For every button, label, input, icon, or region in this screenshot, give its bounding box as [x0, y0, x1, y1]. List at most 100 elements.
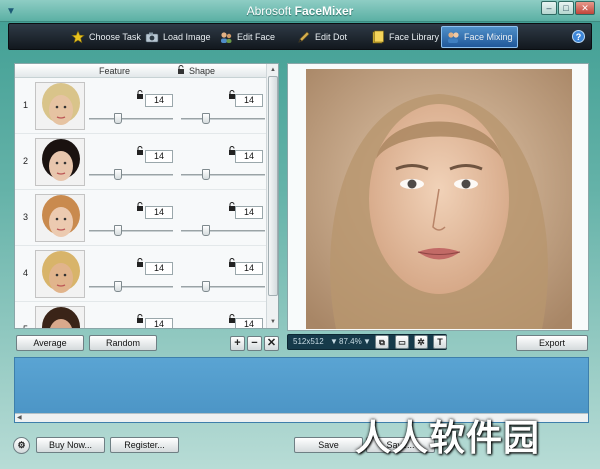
- face-list-panel: Feature Shape 1141421414314144141451414 …: [14, 63, 279, 329]
- scroll-up-icon[interactable]: ▲: [268, 65, 278, 75]
- lock-feature-icon[interactable]: [136, 146, 144, 155]
- face-rows: 1 14 14 2 14 14 3 14 14 4 14 14 5 14 14: [15, 78, 267, 328]
- close-button[interactable]: ✕: [575, 1, 595, 15]
- row-number: 2: [23, 156, 29, 166]
- feature-value-input[interactable]: 14: [145, 94, 173, 107]
- shape-slider-track[interactable]: [181, 118, 265, 120]
- shape-value-input[interactable]: 14: [235, 318, 263, 328]
- zoom-level[interactable]: 87.4%: [339, 335, 362, 349]
- face-thumbnail[interactable]: [35, 306, 85, 328]
- face-thumbnail[interactable]: [35, 138, 85, 186]
- feature-value-input[interactable]: 14: [145, 318, 173, 328]
- maximize-button[interactable]: □: [558, 1, 574, 15]
- window-title: Abrosoft FaceMixer: [246, 4, 354, 18]
- face-photo: [36, 307, 84, 328]
- scroll-left-icon[interactable]: ◀: [17, 414, 22, 421]
- people-icon: [221, 32, 232, 43]
- feature-slider-thumb[interactable]: [114, 225, 122, 236]
- feature-slider-track[interactable]: [89, 174, 173, 176]
- text-icon[interactable]: T: [433, 335, 447, 349]
- minimize-button[interactable]: –: [541, 1, 557, 15]
- shape-slider-thumb[interactable]: [202, 281, 210, 292]
- lock-feature-icon[interactable]: [136, 258, 144, 267]
- face-thumbnail[interactable]: [35, 250, 85, 298]
- feature-slider-track[interactable]: [89, 230, 173, 232]
- shape-value-input[interactable]: 14: [235, 94, 263, 107]
- tab-label: Load Image: [163, 32, 211, 42]
- tab-face-mixing[interactable]: Face Mixing: [441, 26, 518, 48]
- shape-slider-track[interactable]: [181, 174, 265, 176]
- tab-edit-face[interactable]: Edit Face: [215, 26, 279, 48]
- register-button[interactable]: Register...: [110, 437, 179, 453]
- zoom-dropdown-icon[interactable]: ▼: [363, 335, 371, 349]
- lock-feature-icon[interactable]: [136, 314, 144, 323]
- shape-slider-thumb[interactable]: [202, 113, 210, 124]
- save-button[interactable]: Save: [294, 437, 363, 453]
- feature-slider-thumb[interactable]: [114, 281, 122, 292]
- buy-now-button[interactable]: Buy Now...: [36, 437, 105, 453]
- shape-slider-thumb[interactable]: [202, 169, 210, 180]
- shape-slider-track[interactable]: [181, 286, 265, 288]
- lock-icon[interactable]: [177, 65, 185, 75]
- pen-icon: [298, 31, 310, 43]
- face-row[interactable]: 3 14 14: [15, 190, 267, 246]
- mixed-face-preview[interactable]: [306, 69, 572, 329]
- shape-value-input[interactable]: 14: [235, 262, 263, 275]
- shape-slider-thumb[interactable]: [202, 225, 210, 236]
- mixed-face-image: [306, 69, 572, 329]
- shape-slider-track[interactable]: [181, 230, 265, 232]
- face-row[interactable]: 4 14 14: [15, 246, 267, 302]
- tab-face-library[interactable]: Face Library: [367, 26, 443, 48]
- tab-label: Edit Dot: [315, 32, 348, 42]
- tab-choose-task[interactable]: Choose Task: [67, 26, 145, 48]
- feature-value-input[interactable]: 14: [145, 206, 173, 219]
- feature-value-input[interactable]: 14: [145, 150, 173, 163]
- face-row[interactable]: 1 14 14: [15, 78, 267, 134]
- zoom-bar: 512x512 ▼ 87.4% ▼ ⧉ ▭ ✲ T: [287, 334, 447, 350]
- wrench-icon[interactable]: ⚙: [13, 437, 30, 454]
- face-thumbnail[interactable]: [35, 194, 85, 242]
- row-number: 1: [23, 100, 29, 110]
- zoom-dropdown-icon[interactable]: ▼: [330, 335, 338, 349]
- gear-icon[interactable]: ✲: [414, 335, 428, 349]
- feature-slider-thumb[interactable]: [114, 169, 122, 180]
- face-photo: [36, 83, 84, 129]
- people-mix-icon: [448, 32, 459, 43]
- shape-column-header: Shape: [189, 66, 216, 76]
- fit-icon[interactable]: ⧉: [375, 335, 389, 349]
- feature-slider-track[interactable]: [89, 118, 173, 120]
- feature-slider-thumb[interactable]: [114, 113, 122, 124]
- watermark-text: 人人软件园: [355, 417, 541, 458]
- face-photo: [36, 251, 84, 297]
- hat-icon[interactable]: ▭: [395, 335, 409, 349]
- scroll-thumb[interactable]: [268, 76, 278, 296]
- tab-label: Face Mixing: [464, 32, 513, 42]
- feature-value-input[interactable]: 14: [145, 262, 173, 275]
- row-number: 5: [23, 324, 28, 328]
- average-button[interactable]: Average: [16, 335, 84, 351]
- face-row[interactable]: 2 14 14: [15, 134, 267, 190]
- list-header: Feature Shape: [15, 64, 267, 78]
- remove-face-button[interactable]: −: [247, 336, 262, 351]
- tab-edit-dot[interactable]: Edit Dot: [293, 26, 351, 48]
- shape-value-input[interactable]: 14: [235, 206, 263, 219]
- shape-value-input[interactable]: 14: [235, 150, 263, 163]
- help-button[interactable]: ?: [572, 30, 585, 43]
- tab-load-image[interactable]: Load Image: [141, 26, 215, 48]
- list-scrollbar[interactable]: ▲ ▼: [266, 64, 278, 328]
- lock-feature-icon[interactable]: [136, 202, 144, 211]
- feature-slider-track[interactable]: [89, 286, 173, 288]
- random-button[interactable]: Random: [89, 335, 157, 351]
- row-number: 4: [23, 268, 29, 278]
- face-thumbnail[interactable]: [35, 82, 85, 130]
- add-face-button[interactable]: +: [230, 336, 245, 351]
- main-toolbar: Choose Task Load Image Edit Face Edit Do…: [8, 23, 592, 50]
- face-row[interactable]: 5 14 14: [15, 302, 267, 328]
- image-size-label: 512x512: [293, 337, 324, 346]
- scroll-down-icon[interactable]: ▼: [268, 317, 278, 327]
- lock-feature-icon[interactable]: [136, 90, 144, 99]
- book-icon: [372, 30, 384, 44]
- export-button[interactable]: Export: [516, 335, 588, 351]
- face-photo: [36, 139, 84, 185]
- clear-faces-button[interactable]: ✕: [264, 336, 279, 351]
